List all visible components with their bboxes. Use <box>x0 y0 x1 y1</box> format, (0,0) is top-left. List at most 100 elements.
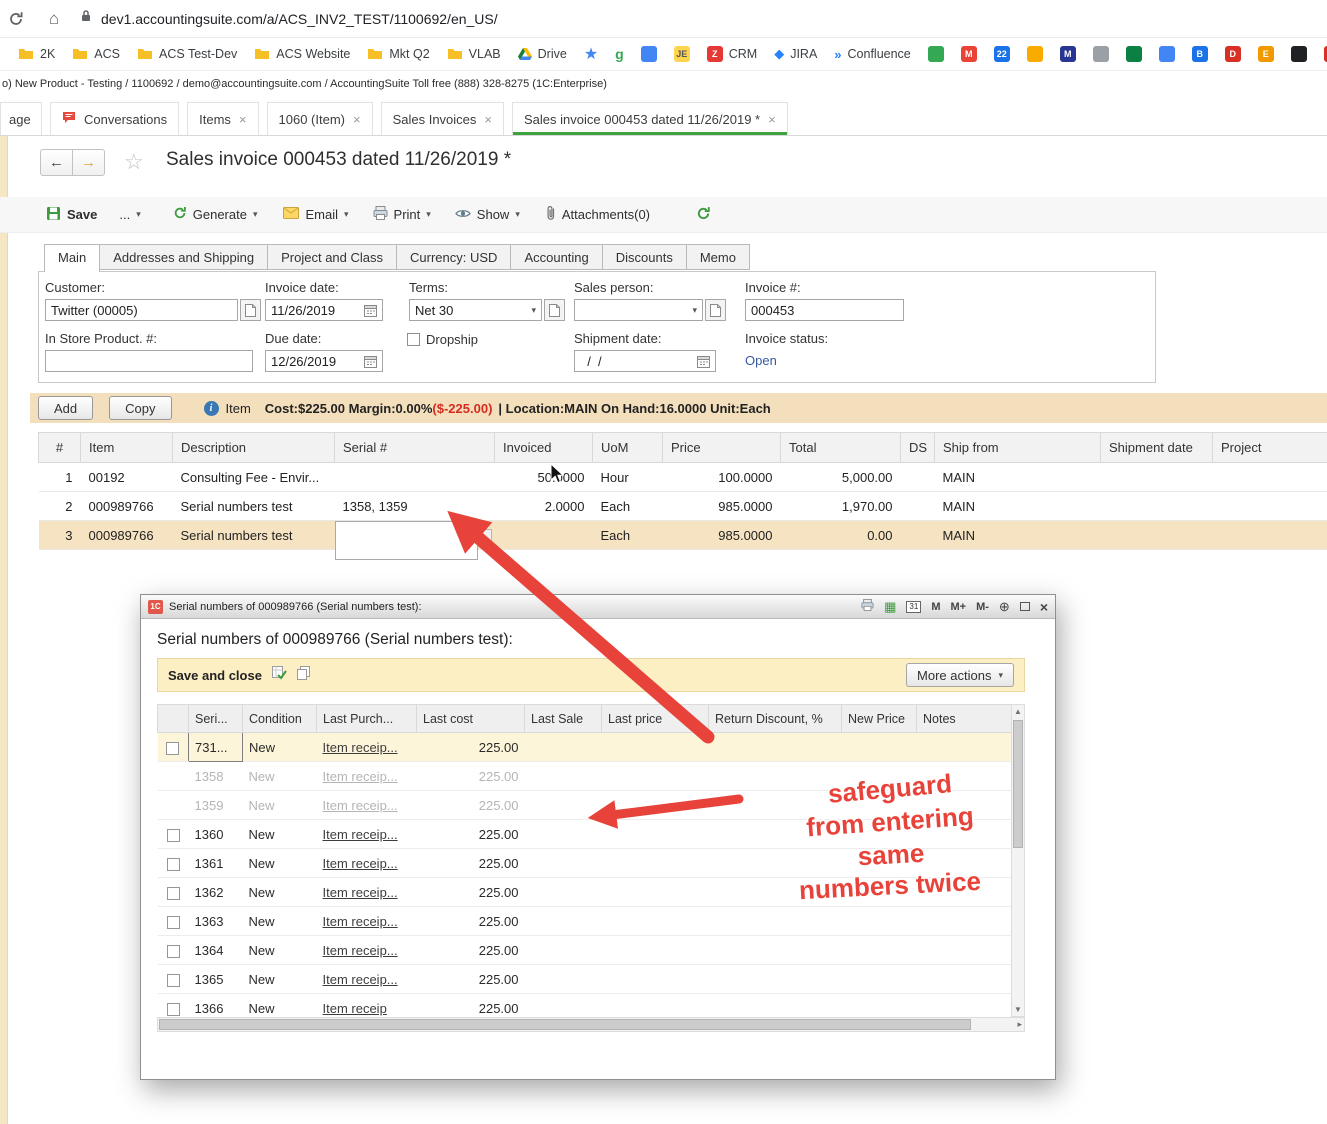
row-checkbox[interactable] <box>166 944 180 958</box>
reload-icon[interactable] <box>4 7 28 31</box>
bookmark-favicon[interactable] <box>1125 46 1142 62</box>
post-check-icon[interactable] <box>271 665 287 685</box>
col-project[interactable]: Project <box>1212 432 1327 463</box>
in-store-product-field[interactable] <box>45 350 253 372</box>
bookmark-favicon[interactable] <box>640 46 657 62</box>
item-row-2[interactable]: 2 000989766 Serial numbers test 1358, 13… <box>38 491 1327 521</box>
col-total[interactable]: Total <box>780 432 901 463</box>
save-button[interactable]: Save <box>46 206 97 224</box>
row-checkbox[interactable] <box>166 1002 180 1016</box>
row-checkbox[interactable] <box>166 973 180 987</box>
bookmark-favicon[interactable]: M <box>1059 46 1076 62</box>
horizontal-scrollbar[interactable]: ▸ <box>157 1017 1025 1032</box>
tab-start-page[interactable]: age <box>0 102 42 135</box>
customer-field[interactable]: Twitter (00005) <box>45 299 238 321</box>
memory-minus-button[interactable]: M- <box>976 601 989 613</box>
chevron-down-icon[interactable]: ▾ <box>692 305 697 316</box>
tab-project-class[interactable]: Project and Class <box>267 244 398 270</box>
tab-sales-invoice-000453[interactable]: Sales invoice 000453 dated 11/26/2019 * × <box>512 102 788 135</box>
col-invoiced[interactable]: Invoiced <box>494 432 593 463</box>
item-receipt-link[interactable]: Item receip... <box>323 740 398 755</box>
col-uom[interactable]: UoM <box>592 432 663 463</box>
modal-titlebar[interactable]: 1C Serial numbers of 000989766 (Serial n… <box>141 595 1055 619</box>
close-icon[interactable]: × <box>768 112 776 127</box>
col-serial[interactable]: Serial # <box>334 432 495 463</box>
tab-discounts[interactable]: Discounts <box>601 244 687 270</box>
tab-addresses-shipping[interactable]: Addresses and Shipping <box>99 244 269 270</box>
bookmark-crm[interactable]: Z CRM <box>706 46 757 62</box>
bookmark-folder[interactable]: VLAB <box>447 47 501 61</box>
tab-memo[interactable]: Memo <box>685 244 750 270</box>
tab-main[interactable]: Main <box>44 244 101 272</box>
col-num[interactable]: # <box>38 432 81 463</box>
scrollbar-thumb[interactable] <box>1013 720 1023 848</box>
invoice-number-field[interactable]: 000453 <box>745 299 904 321</box>
tab-conversations[interactable]: Conversations <box>50 102 180 135</box>
close-icon[interactable]: × <box>484 112 492 127</box>
favorite-star-icon[interactable]: ☆ <box>124 149 144 175</box>
scrollbar-thumb[interactable] <box>159 1019 971 1030</box>
tab-accounting[interactable]: Accounting <box>510 244 603 270</box>
item-row-1[interactable]: 1 00192 Consulting Fee - Envir... 50.000… <box>38 462 1327 492</box>
collapsed-side-panel[interactable] <box>0 136 8 1124</box>
vertical-scrollbar[interactable]: ▲ ▼ <box>1011 704 1025 1017</box>
invoice-date-field[interactable]: 11/26/2019 <box>265 299 383 321</box>
scroll-down-icon[interactable]: ▼ <box>1012 1005 1024 1014</box>
print-button[interactable]: Print ▾ <box>373 206 431 223</box>
col-new-price[interactable]: New Price <box>841 704 917 733</box>
bookmark-favicon[interactable]: E <box>1257 46 1274 62</box>
row-checkbox[interactable] <box>166 828 180 842</box>
bookmark-favicon[interactable]: M <box>960 46 977 62</box>
tab-currency[interactable]: Currency: USD <box>396 244 512 270</box>
item-receipt-link[interactable]: Item receip... <box>323 972 398 987</box>
row-checkbox[interactable] <box>166 886 180 900</box>
close-icon[interactable]: × <box>353 112 361 127</box>
calendar-icon[interactable] <box>364 304 377 317</box>
row-checkbox[interactable] <box>166 915 180 929</box>
item-receipt-link[interactable]: Item receip <box>323 1001 387 1016</box>
tab-1060-item[interactable]: 1060 (Item) × <box>266 102 373 135</box>
bookmark-favicon[interactable]: B <box>1191 46 1208 62</box>
col-last-cost[interactable]: Last cost <box>416 704 525 733</box>
row-checkbox[interactable] <box>166 741 180 755</box>
bookmark-favicon[interactable]: 22 <box>993 46 1010 62</box>
memory-plus-button[interactable]: M+ <box>950 601 966 613</box>
col-last-sale[interactable]: Last Sale <box>524 704 602 733</box>
col-price[interactable]: Price <box>662 432 781 463</box>
bookmark-g[interactable]: g <box>615 46 624 62</box>
bookmark-folder[interactable]: ACS Test-Dev <box>137 47 237 61</box>
print-preview-icon[interactable] <box>861 598 874 616</box>
bookmark-favicon[interactable] <box>927 46 944 62</box>
sales-person-open-button[interactable] <box>705 299 726 321</box>
bookmark-folder[interactable]: Mkt Q2 <box>367 47 430 61</box>
bookmark-favicon[interactable]: JE <box>673 46 690 62</box>
close-icon[interactable]: × <box>1040 600 1048 614</box>
bookmark-folder[interactable]: 2K <box>18 47 55 61</box>
bookmark-drive[interactable]: Drive <box>517 47 567 61</box>
shipment-date-field[interactable]: / / <box>574 350 716 372</box>
calendar-icon[interactable]: 31 <box>906 600 922 613</box>
dropship-checkbox[interactable] <box>407 333 420 346</box>
serial-row[interactable]: 1366 New Item receip 225.00 <box>157 993 1011 1017</box>
col-last-price[interactable]: Last price <box>601 704 709 733</box>
col-select[interactable] <box>157 704 189 733</box>
forward-button[interactable]: → <box>72 149 105 176</box>
bookmark-folder[interactable]: ACS Website <box>254 47 350 61</box>
row-checkbox[interactable] <box>166 857 180 871</box>
col-description[interactable]: Description <box>172 432 335 463</box>
sales-person-field[interactable]: ▾ <box>574 299 703 321</box>
item-receipt-link[interactable]: Item receip... <box>323 827 398 842</box>
copy-row-button[interactable]: Copy <box>109 396 172 420</box>
add-row-button[interactable]: Add <box>38 396 94 420</box>
save-and-close-button[interactable]: Save and close <box>168 668 262 683</box>
scroll-right-icon[interactable]: ▸ <box>1017 1019 1022 1030</box>
customer-open-button[interactable] <box>240 299 261 321</box>
spreadsheet-icon[interactable]: ▦ <box>884 600 896 613</box>
tab-sales-invoices[interactable]: Sales Invoices × <box>380 102 504 135</box>
copy-icon[interactable] <box>296 665 310 685</box>
home-icon[interactable]: ⌂ <box>42 7 66 31</box>
serial-row[interactable]: 1365 New Item receip... 225.00 <box>157 964 1011 994</box>
serial-row-selected[interactable]: 731... New Item receip... 225.00 <box>157 732 1011 762</box>
terms-field[interactable]: Net 30 ▾ <box>409 299 542 321</box>
scroll-up-icon[interactable]: ▲ <box>1012 707 1024 716</box>
